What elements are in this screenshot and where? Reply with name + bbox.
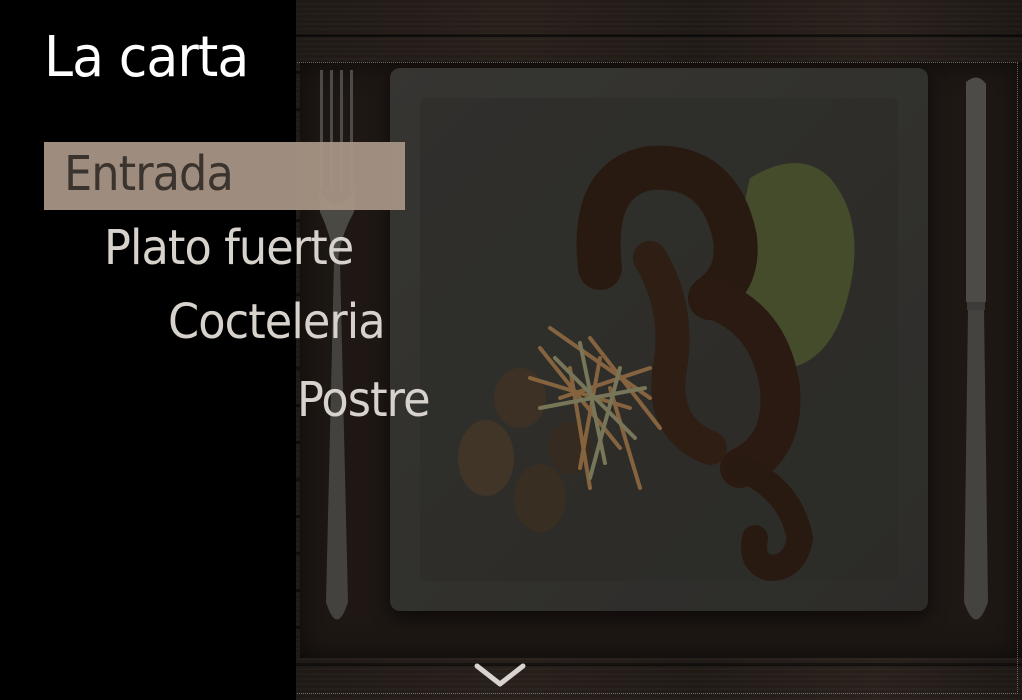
menu-item-cocteleria[interactable]: Cocteleria xyxy=(168,298,386,346)
left-panel xyxy=(0,0,296,700)
page-title: La carta xyxy=(44,25,249,90)
chevron-down-icon[interactable] xyxy=(473,660,527,690)
menu-item-entrada[interactable]: Entrada xyxy=(64,150,234,198)
menu-item-postre[interactable]: Postre xyxy=(297,376,431,424)
menu-item-plato-fuerte[interactable]: Plato fuerte xyxy=(104,224,354,272)
menu-page: La carta Entrada Plato fuerte Cocteleria… xyxy=(0,0,1022,700)
